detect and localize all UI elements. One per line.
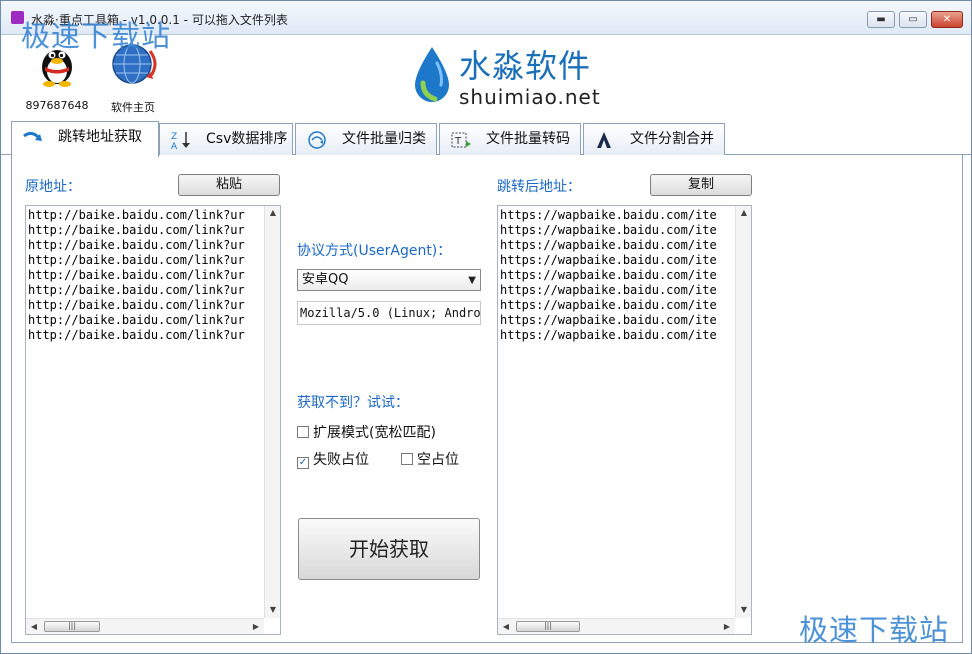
paste-button[interactable]: 粘贴	[178, 174, 280, 196]
checkbox-box[interactable]	[297, 426, 309, 438]
scroll-down-arrow[interactable]: ▼	[265, 605, 280, 614]
horizontal-scrollbar[interactable]: ◀ ||| ▶	[26, 618, 264, 634]
scroll-down-arrow[interactable]: ▼	[736, 605, 751, 614]
vertical-scrollbar[interactable]: ▲ ▼	[264, 206, 280, 618]
text-line: https://wapbaike.baidu.com/ite	[500, 238, 717, 252]
redirect-arrow-icon	[23, 131, 42, 141]
tab-file-classify[interactable]: 文件批量归类	[295, 123, 437, 155]
text-line: https://wapbaike.baidu.com/ite	[500, 328, 717, 342]
tab-file-transcode[interactable]: T 文件批量转码	[439, 123, 581, 155]
text-line: http://baike.baidu.com/link?ur	[28, 268, 245, 282]
useragent-selected: 安卓QQ	[302, 272, 349, 287]
transcode-icon: T	[451, 132, 471, 148]
source-url-label: 原地址：	[25, 179, 81, 195]
text-line: https://wapbaike.baidu.com/ite	[500, 268, 717, 282]
source-url-textarea[interactable]: http://baike.baidu.com/link?ur http://bai…	[25, 205, 281, 635]
scroll-thumb[interactable]: |||	[44, 621, 100, 632]
split-merge-icon	[597, 132, 611, 148]
scroll-left-arrow[interactable]: ◀	[26, 622, 42, 631]
tab-redirect-fetch[interactable]: 跳转地址获取	[11, 121, 159, 157]
homepage-label[interactable]: 软件主页	[97, 99, 169, 115]
text-line: http://baike.baidu.com/link?ur	[28, 283, 245, 297]
checkbox-box[interactable]	[401, 453, 413, 465]
text-line: https://wapbaike.baidu.com/ite	[500, 283, 717, 297]
tab-bar: 跳转地址获取 Z A Csv数据排序 文件批量归类 T 文件批量转码 文件分割合…	[1, 121, 971, 157]
vertical-scrollbar[interactable]: ▲ ▼	[735, 206, 751, 618]
minimize-button[interactable]: ▬	[867, 11, 895, 28]
text-line: http://baike.baidu.com/link?ur	[28, 253, 245, 267]
redirected-url-lines: https://wapbaike.baidu.com/ite https://wa…	[500, 208, 717, 343]
checkbox-label: 空占位	[417, 452, 459, 468]
copy-button[interactable]: 复制	[650, 174, 752, 196]
redirected-url-label: 跳转后地址：	[497, 179, 581, 195]
scroll-thumb[interactable]: |||	[516, 621, 580, 632]
tab-csv-sort[interactable]: Z A Csv数据排序	[159, 123, 293, 155]
text-line: https://wapbaike.baidu.com/ite	[500, 223, 717, 237]
useragent-string-field[interactable]: Mozilla/5.0 (Linux; Android	[297, 301, 481, 325]
maximize-button[interactable]: ▭	[899, 11, 927, 28]
source-url-lines: http://baike.baidu.com/link?ur http://bai…	[28, 208, 245, 343]
text-line: https://wapbaike.baidu.com/ite	[500, 313, 717, 327]
protocol-label: 协议方式(UserAgent)：	[297, 243, 452, 259]
checkbox-label: 扩展模式(宽松匹配)	[313, 425, 436, 441]
qq-number[interactable]: 897687648	[21, 99, 93, 112]
scroll-right-arrow[interactable]: ▶	[248, 622, 264, 631]
brand-name-cn: 水淼软件	[459, 47, 592, 85]
chevron-down-icon: ▼	[468, 275, 476, 286]
tab-label: 文件批量归类	[342, 131, 426, 147]
text-line: http://baike.baidu.com/link?ur	[28, 313, 245, 327]
tab-label: 文件批量转码	[486, 131, 570, 147]
useragent-dropdown[interactable]: 安卓QQ ▼	[297, 269, 481, 291]
water-drop-logo-icon	[415, 47, 449, 102]
svg-text:Z: Z	[171, 132, 177, 142]
checkbox-box-checked[interactable]: ✓	[297, 457, 309, 469]
text-line: http://baike.baidu.com/link?ur	[28, 208, 245, 222]
horizontal-scrollbar[interactable]: ◀ ||| ▶	[498, 618, 735, 634]
text-line: http://baike.baidu.com/link?ur	[28, 223, 245, 237]
text-line: https://wapbaike.baidu.com/ite	[500, 208, 717, 222]
tab-label: 文件分割合并	[630, 131, 714, 147]
app-window: 水淼·重点工具箱 - v1.0.0.1 - 可以拖入文件列表 ▬ ▭ ✕ 897…	[0, 0, 972, 654]
brand-name-en: shuimiao.net	[459, 85, 601, 109]
scroll-left-arrow[interactable]: ◀	[498, 622, 514, 631]
svg-text:T: T	[454, 136, 462, 147]
tab-label: 跳转地址获取	[58, 129, 142, 145]
redirected-url-textarea[interactable]: https://wapbaike.baidu.com/ite https://wa…	[497, 205, 752, 635]
empty-placeholder-checkbox[interactable]: 空占位	[401, 449, 459, 469]
retry-hint-label: 获取不到？试试：	[297, 395, 409, 411]
watermark-bottom: 极速下载站	[799, 613, 950, 647]
classify-icon	[308, 131, 326, 149]
scroll-up-arrow[interactable]: ▲	[736, 208, 751, 217]
tab-label: Csv数据排序	[206, 131, 288, 147]
scroll-right-arrow[interactable]: ▶	[719, 622, 735, 631]
text-line: https://wapbaike.baidu.com/ite	[500, 253, 717, 267]
text-line: http://baike.baidu.com/link?ur	[28, 298, 245, 312]
checkbox-label: 失败占位	[313, 452, 369, 468]
watermark-top: 极速下载站	[21, 19, 172, 53]
extend-mode-checkbox[interactable]: 扩展模式(宽松匹配)	[297, 422, 436, 442]
sort-za-icon: Z A	[171, 132, 190, 150]
close-button[interactable]: ✕	[931, 11, 963, 28]
fail-placeholder-checkbox[interactable]: ✓ 失败占位	[297, 449, 369, 469]
text-line: http://baike.baidu.com/link?ur	[28, 238, 245, 252]
tab-file-split-merge[interactable]: 文件分割合并	[583, 123, 725, 155]
scroll-up-arrow[interactable]: ▲	[265, 208, 280, 217]
start-fetch-button[interactable]: 开始获取	[298, 518, 480, 580]
text-line: http://baike.baidu.com/link?ur	[28, 328, 245, 342]
svg-text:A: A	[171, 142, 178, 150]
text-line: https://wapbaike.baidu.com/ite	[500, 298, 717, 312]
